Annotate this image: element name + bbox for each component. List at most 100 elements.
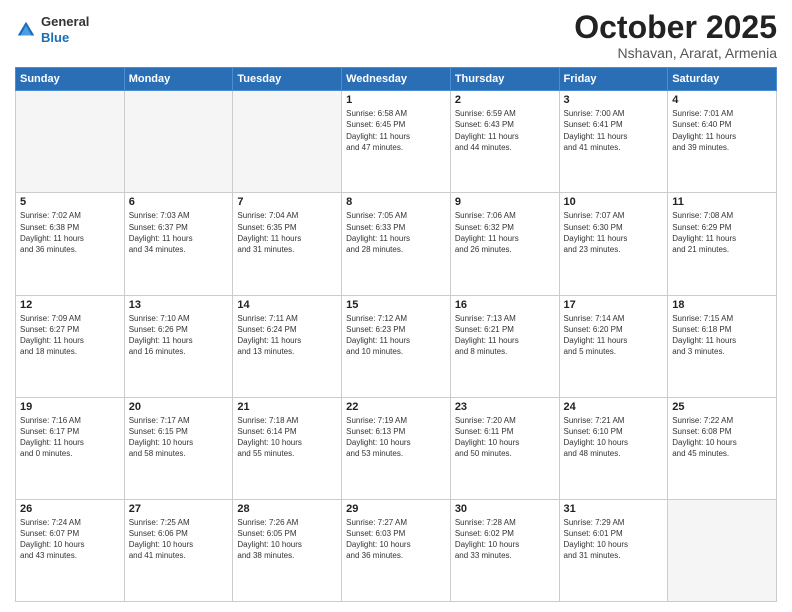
calendar-cell bbox=[16, 91, 125, 193]
day-info: Sunrise: 7:16 AM Sunset: 6:17 PM Dayligh… bbox=[20, 415, 120, 460]
day-number: 4 bbox=[672, 94, 772, 106]
calendar-cell: 20 Sunrise: 7:17 AM Sunset: 6:15 PM Dayli… bbox=[124, 397, 233, 499]
calendar-cell: 25 Sunrise: 7:22 AM Sunset: 6:08 PM Dayli… bbox=[668, 397, 777, 499]
day-number: 27 bbox=[129, 503, 229, 515]
col-wednesday: Wednesday bbox=[342, 68, 451, 91]
day-number: 14 bbox=[237, 299, 337, 311]
day-number: 17 bbox=[564, 299, 664, 311]
day-number: 20 bbox=[129, 401, 229, 413]
day-number: 11 bbox=[672, 196, 772, 208]
calendar-cell bbox=[668, 499, 777, 601]
day-info: Sunrise: 7:09 AM Sunset: 6:27 PM Dayligh… bbox=[20, 313, 120, 358]
day-number: 21 bbox=[237, 401, 337, 413]
day-info: Sunrise: 7:12 AM Sunset: 6:23 PM Dayligh… bbox=[346, 313, 446, 358]
day-number: 1 bbox=[346, 94, 446, 106]
calendar-cell: 12 Sunrise: 7:09 AM Sunset: 6:27 PM Dayli… bbox=[16, 295, 125, 397]
day-number: 9 bbox=[455, 196, 555, 208]
calendar-cell: 17 Sunrise: 7:14 AM Sunset: 6:20 PM Dayli… bbox=[559, 295, 668, 397]
calendar-cell: 11 Sunrise: 7:08 AM Sunset: 6:29 PM Dayli… bbox=[668, 193, 777, 295]
page: General Blue October 2025 Nshavan, Arara… bbox=[0, 0, 792, 612]
day-number: 12 bbox=[20, 299, 120, 311]
calendar-cell: 16Sunrise: 7:13 AM Sunset: 6:21 PM Dayli… bbox=[450, 295, 559, 397]
calendar-cell: 8 Sunrise: 7:05 AM Sunset: 6:33 PM Daylig… bbox=[342, 193, 451, 295]
day-number: 10 bbox=[564, 196, 664, 208]
month-title: October 2025 bbox=[574, 10, 777, 45]
col-friday: Friday bbox=[559, 68, 668, 91]
day-number: 13 bbox=[129, 299, 229, 311]
day-info: Sunrise: 6:59 AM Sunset: 6:43 PM Dayligh… bbox=[455, 108, 555, 153]
calendar-cell bbox=[233, 91, 342, 193]
day-info: Sunrise: 7:06 AM Sunset: 6:32 PM Dayligh… bbox=[455, 210, 555, 255]
calendar-cell: 27 Sunrise: 7:25 AM Sunset: 6:06 PM Dayli… bbox=[124, 499, 233, 601]
day-info: Sunrise: 7:20 AM Sunset: 6:11 PM Dayligh… bbox=[455, 415, 555, 460]
logo-icon bbox=[15, 19, 37, 41]
day-info: Sunrise: 7:00 AM Sunset: 6:41 PM Dayligh… bbox=[564, 108, 664, 153]
day-number: 6 bbox=[129, 196, 229, 208]
day-info: Sunrise: 7:17 AM Sunset: 6:15 PM Dayligh… bbox=[129, 415, 229, 460]
day-info: Sunrise: 7:29 AM Sunset: 6:01 PM Dayligh… bbox=[564, 517, 664, 562]
calendar-header-row: Sunday Monday Tuesday Wednesday Thursday… bbox=[16, 68, 777, 91]
day-info: Sunrise: 7:18 AM Sunset: 6:14 PM Dayligh… bbox=[237, 415, 337, 460]
logo-blue: Blue bbox=[41, 30, 69, 45]
day-number: 22 bbox=[346, 401, 446, 413]
day-info: Sunrise: 7:14 AM Sunset: 6:20 PM Dayligh… bbox=[564, 313, 664, 358]
day-info: Sunrise: 7:05 AM Sunset: 6:33 PM Dayligh… bbox=[346, 210, 446, 255]
calendar-cell: 21 Sunrise: 7:18 AM Sunset: 6:14 PM Dayli… bbox=[233, 397, 342, 499]
calendar-cell: 31 Sunrise: 7:29 AM Sunset: 6:01 PM Dayli… bbox=[559, 499, 668, 601]
day-info: Sunrise: 7:07 AM Sunset: 6:30 PM Dayligh… bbox=[564, 210, 664, 255]
col-sunday: Sunday bbox=[16, 68, 125, 91]
day-info: Sunrise: 7:25 AM Sunset: 6:06 PM Dayligh… bbox=[129, 517, 229, 562]
calendar-cell: 19Sunrise: 7:16 AM Sunset: 6:17 PM Dayli… bbox=[16, 397, 125, 499]
calendar-week-2: 5Sunrise: 7:02 AM Sunset: 6:38 PM Daylig… bbox=[16, 193, 777, 295]
calendar-cell: 2Sunrise: 6:59 AM Sunset: 6:43 PM Daylig… bbox=[450, 91, 559, 193]
calendar-week-3: 12 Sunrise: 7:09 AM Sunset: 6:27 PM Dayli… bbox=[16, 295, 777, 397]
day-number: 31 bbox=[564, 503, 664, 515]
calendar-cell: 30 Sunrise: 7:28 AM Sunset: 6:02 PM Dayli… bbox=[450, 499, 559, 601]
calendar-cell: 18Sunrise: 7:15 AM Sunset: 6:18 PM Dayli… bbox=[668, 295, 777, 397]
day-number: 24 bbox=[564, 401, 664, 413]
col-thursday: Thursday bbox=[450, 68, 559, 91]
day-info: Sunrise: 7:24 AM Sunset: 6:07 PM Dayligh… bbox=[20, 517, 120, 562]
calendar-cell: 4Sunrise: 7:01 AM Sunset: 6:40 PM Daylig… bbox=[668, 91, 777, 193]
calendar-cell: 24Sunrise: 7:21 AM Sunset: 6:10 PM Dayli… bbox=[559, 397, 668, 499]
day-info: Sunrise: 7:26 AM Sunset: 6:05 PM Dayligh… bbox=[237, 517, 337, 562]
day-info: Sunrise: 7:22 AM Sunset: 6:08 PM Dayligh… bbox=[672, 415, 772, 460]
calendar-week-5: 26 Sunrise: 7:24 AM Sunset: 6:07 PM Dayli… bbox=[16, 499, 777, 601]
calendar-week-1: 1 Sunrise: 6:58 AM Sunset: 6:45 PM Daylig… bbox=[16, 91, 777, 193]
day-info: Sunrise: 6:58 AM Sunset: 6:45 PM Dayligh… bbox=[346, 108, 446, 153]
col-tuesday: Tuesday bbox=[233, 68, 342, 91]
day-info: Sunrise: 7:08 AM Sunset: 6:29 PM Dayligh… bbox=[672, 210, 772, 255]
calendar-cell: 9 Sunrise: 7:06 AM Sunset: 6:32 PM Daylig… bbox=[450, 193, 559, 295]
day-number: 5 bbox=[20, 196, 120, 208]
day-number: 8 bbox=[346, 196, 446, 208]
day-number: 25 bbox=[672, 401, 772, 413]
calendar-cell: 10 Sunrise: 7:07 AM Sunset: 6:30 PM Dayli… bbox=[559, 193, 668, 295]
calendar-cell: 15Sunrise: 7:12 AM Sunset: 6:23 PM Dayli… bbox=[342, 295, 451, 397]
day-info: Sunrise: 7:11 AM Sunset: 6:24 PM Dayligh… bbox=[237, 313, 337, 358]
calendar-cell: 3Sunrise: 7:00 AM Sunset: 6:41 PM Daylig… bbox=[559, 91, 668, 193]
calendar-week-4: 19Sunrise: 7:16 AM Sunset: 6:17 PM Dayli… bbox=[16, 397, 777, 499]
day-info: Sunrise: 7:03 AM Sunset: 6:37 PM Dayligh… bbox=[129, 210, 229, 255]
logo-text: General Blue bbox=[41, 14, 89, 45]
calendar-cell: 28 Sunrise: 7:26 AM Sunset: 6:05 PM Dayli… bbox=[233, 499, 342, 601]
calendar-cell: 6 Sunrise: 7:03 AM Sunset: 6:37 PM Daylig… bbox=[124, 193, 233, 295]
calendar-cell: 13 Sunrise: 7:10 AM Sunset: 6:26 PM Dayli… bbox=[124, 295, 233, 397]
day-number: 30 bbox=[455, 503, 555, 515]
day-number: 23 bbox=[455, 401, 555, 413]
day-info: Sunrise: 7:10 AM Sunset: 6:26 PM Dayligh… bbox=[129, 313, 229, 358]
day-number: 26 bbox=[20, 503, 120, 515]
calendar-cell: 14 Sunrise: 7:11 AM Sunset: 6:24 PM Dayli… bbox=[233, 295, 342, 397]
day-info: Sunrise: 7:04 AM Sunset: 6:35 PM Dayligh… bbox=[237, 210, 337, 255]
calendar-cell bbox=[124, 91, 233, 193]
day-number: 28 bbox=[237, 503, 337, 515]
calendar-cell: 7Sunrise: 7:04 AM Sunset: 6:35 PM Daylig… bbox=[233, 193, 342, 295]
day-info: Sunrise: 7:28 AM Sunset: 6:02 PM Dayligh… bbox=[455, 517, 555, 562]
title-block: October 2025 Nshavan, Ararat, Armenia bbox=[574, 10, 777, 61]
day-number: 29 bbox=[346, 503, 446, 515]
col-saturday: Saturday bbox=[668, 68, 777, 91]
calendar-cell: 26 Sunrise: 7:24 AM Sunset: 6:07 PM Dayli… bbox=[16, 499, 125, 601]
day-info: Sunrise: 7:27 AM Sunset: 6:03 PM Dayligh… bbox=[346, 517, 446, 562]
calendar-cell: 1 Sunrise: 6:58 AM Sunset: 6:45 PM Daylig… bbox=[342, 91, 451, 193]
day-number: 18 bbox=[672, 299, 772, 311]
calendar-cell: 22Sunrise: 7:19 AM Sunset: 6:13 PM Dayli… bbox=[342, 397, 451, 499]
